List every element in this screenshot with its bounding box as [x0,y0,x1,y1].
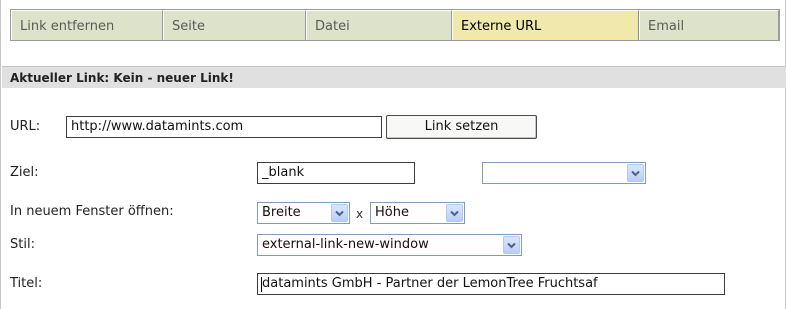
url-label: URL: [10,119,41,134]
new-window-label: In neuem Fenster öffnen: [10,204,174,219]
height-select[interactable]: Höhe [370,202,465,224]
current-link-heading: Aktueller Link: Kein - neuer Link! [2,66,786,88]
target-label: Ziel: [10,165,39,180]
height-select-value: Höhe [375,205,409,220]
chevron-down-icon [503,236,520,254]
chevron-down-icon [331,204,348,222]
link-dialog: Link entfernen Seite Datei Externe URL E… [0,0,786,309]
tab-bar: Link entfernen Seite Datei Externe URL E… [10,9,780,41]
width-select-value: Breite [262,205,301,220]
style-select-value: external-link-new-window [262,237,429,252]
chevron-down-icon [446,204,463,222]
target-input[interactable]: _blank [257,162,415,184]
url-input[interactable]: http://www.datamints.com [66,116,382,138]
style-label: Stil: [10,237,35,252]
chevron-down-icon [627,164,644,182]
title-label: Titel: [10,276,43,291]
target-select[interactable] [482,162,646,184]
title-input[interactable]: datamints GmbH - Partner der LemonTree F… [257,273,725,295]
tab-seite[interactable]: Seite [163,10,306,40]
tab-link-entfernen[interactable]: Link entfernen [11,10,163,40]
tab-datei[interactable]: Datei [306,10,452,40]
width-select[interactable]: Breite [257,202,350,224]
set-link-button[interactable]: Link setzen [386,115,537,139]
tab-email[interactable]: Email [639,10,779,40]
dimension-separator: x [356,207,364,221]
style-select[interactable]: external-link-new-window [257,234,522,256]
tab-externe-url[interactable]: Externe URL [452,10,639,40]
